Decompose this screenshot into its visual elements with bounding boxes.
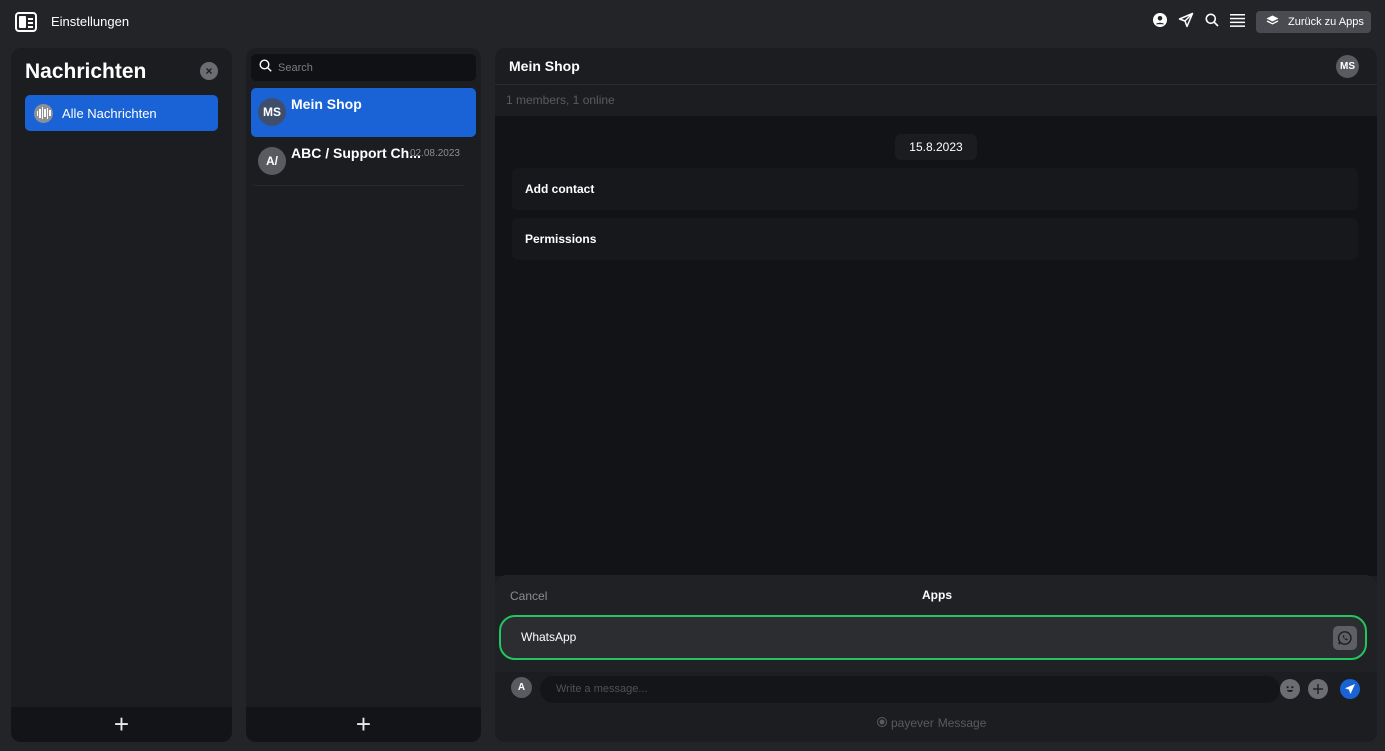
apps-sheet: Cancel Apps WhatsApp — [495, 575, 1377, 672]
search-icon[interactable] — [1205, 13, 1219, 27]
top-bar: Einstellungen Zurück zu Apps — [0, 0, 1385, 44]
sidebar-item-label: Alle Nachrichten — [62, 105, 157, 121]
message-input[interactable]: Write a message... — [540, 676, 1280, 703]
folders-panel: Nachrichten × Alle Nachrichten + — [11, 48, 232, 742]
search-input[interactable]: Search — [251, 54, 476, 81]
chat-header: Mein Shop MS — [495, 48, 1377, 84]
avatar: MS — [258, 98, 286, 126]
conversation-date: 02.08.2023 — [409, 148, 460, 159]
search-placeholder: Search — [278, 61, 313, 74]
user-icon[interactable] — [1153, 13, 1167, 27]
sidebar-item-all-messages[interactable]: Alle Nachrichten — [25, 95, 218, 131]
close-icon[interactable]: × — [200, 62, 218, 80]
permissions-button[interactable]: Permissions — [512, 218, 1358, 260]
brand-name: payever — [891, 716, 934, 730]
audio-wave-icon — [34, 103, 53, 123]
brand-logo-icon — [877, 716, 887, 730]
conversation-name: ABC / Support Ch... — [291, 145, 421, 161]
top-icon-group — [1153, 12, 1245, 28]
back-to-apps-label: Zurück zu Apps — [1288, 16, 1364, 28]
branding: payever Message — [877, 716, 986, 730]
sidebar-toggle-icon[interactable] — [15, 12, 37, 32]
back-to-apps-button[interactable]: Zurück zu Apps — [1256, 11, 1371, 33]
brand-suffix: Message — [937, 716, 987, 730]
add-conversation-button[interactable]: + — [246, 707, 481, 742]
app-item-whatsapp[interactable]: WhatsApp — [499, 615, 1367, 660]
cancel-button[interactable]: Cancel — [510, 589, 547, 603]
layers-icon — [1266, 15, 1279, 29]
search-icon — [259, 58, 272, 77]
conversations-panel: Search MS Mein Shop A/ ABC / Support Ch.… — [246, 48, 481, 742]
conversation-item-abc-support[interactable]: A/ ABC / Support Ch... 02.08.2023 — [251, 137, 466, 186]
avatar[interactable]: MS — [1336, 55, 1359, 78]
avatar: A/ — [258, 147, 286, 175]
folders-title: Nachrichten — [25, 60, 147, 83]
emoji-icon[interactable] — [1280, 679, 1300, 699]
chat-members-status: 1 members, 1 online — [495, 84, 1377, 116]
chat-panel: Mein Shop MS 1 members, 1 online 15.8.20… — [495, 48, 1377, 742]
menu-icon[interactable] — [1230, 13, 1245, 27]
message-area: 15.8.2023 Add contact Permissions — [495, 116, 1377, 576]
apps-sheet-title: Apps — [922, 588, 952, 602]
page-title: Einstellungen — [51, 14, 130, 29]
conversation-name: Mein Shop — [291, 96, 362, 112]
app-item-label: WhatsApp — [521, 630, 577, 644]
message-composer: A Write a message... payever Message — [495, 672, 1377, 742]
chat-title: Mein Shop — [509, 58, 580, 74]
add-attachment-icon[interactable] — [1308, 679, 1328, 699]
date-separator: 15.8.2023 — [895, 134, 977, 160]
add-contact-button[interactable]: Add contact — [512, 168, 1358, 210]
send-icon[interactable] — [1178, 12, 1194, 28]
send-message-icon[interactable] — [1340, 679, 1360, 699]
avatar: A — [511, 677, 532, 698]
whatsapp-icon — [1333, 626, 1357, 650]
add-folder-button[interactable]: + — [11, 707, 232, 742]
conversation-item-mein-shop[interactable]: MS Mein Shop — [251, 88, 476, 137]
